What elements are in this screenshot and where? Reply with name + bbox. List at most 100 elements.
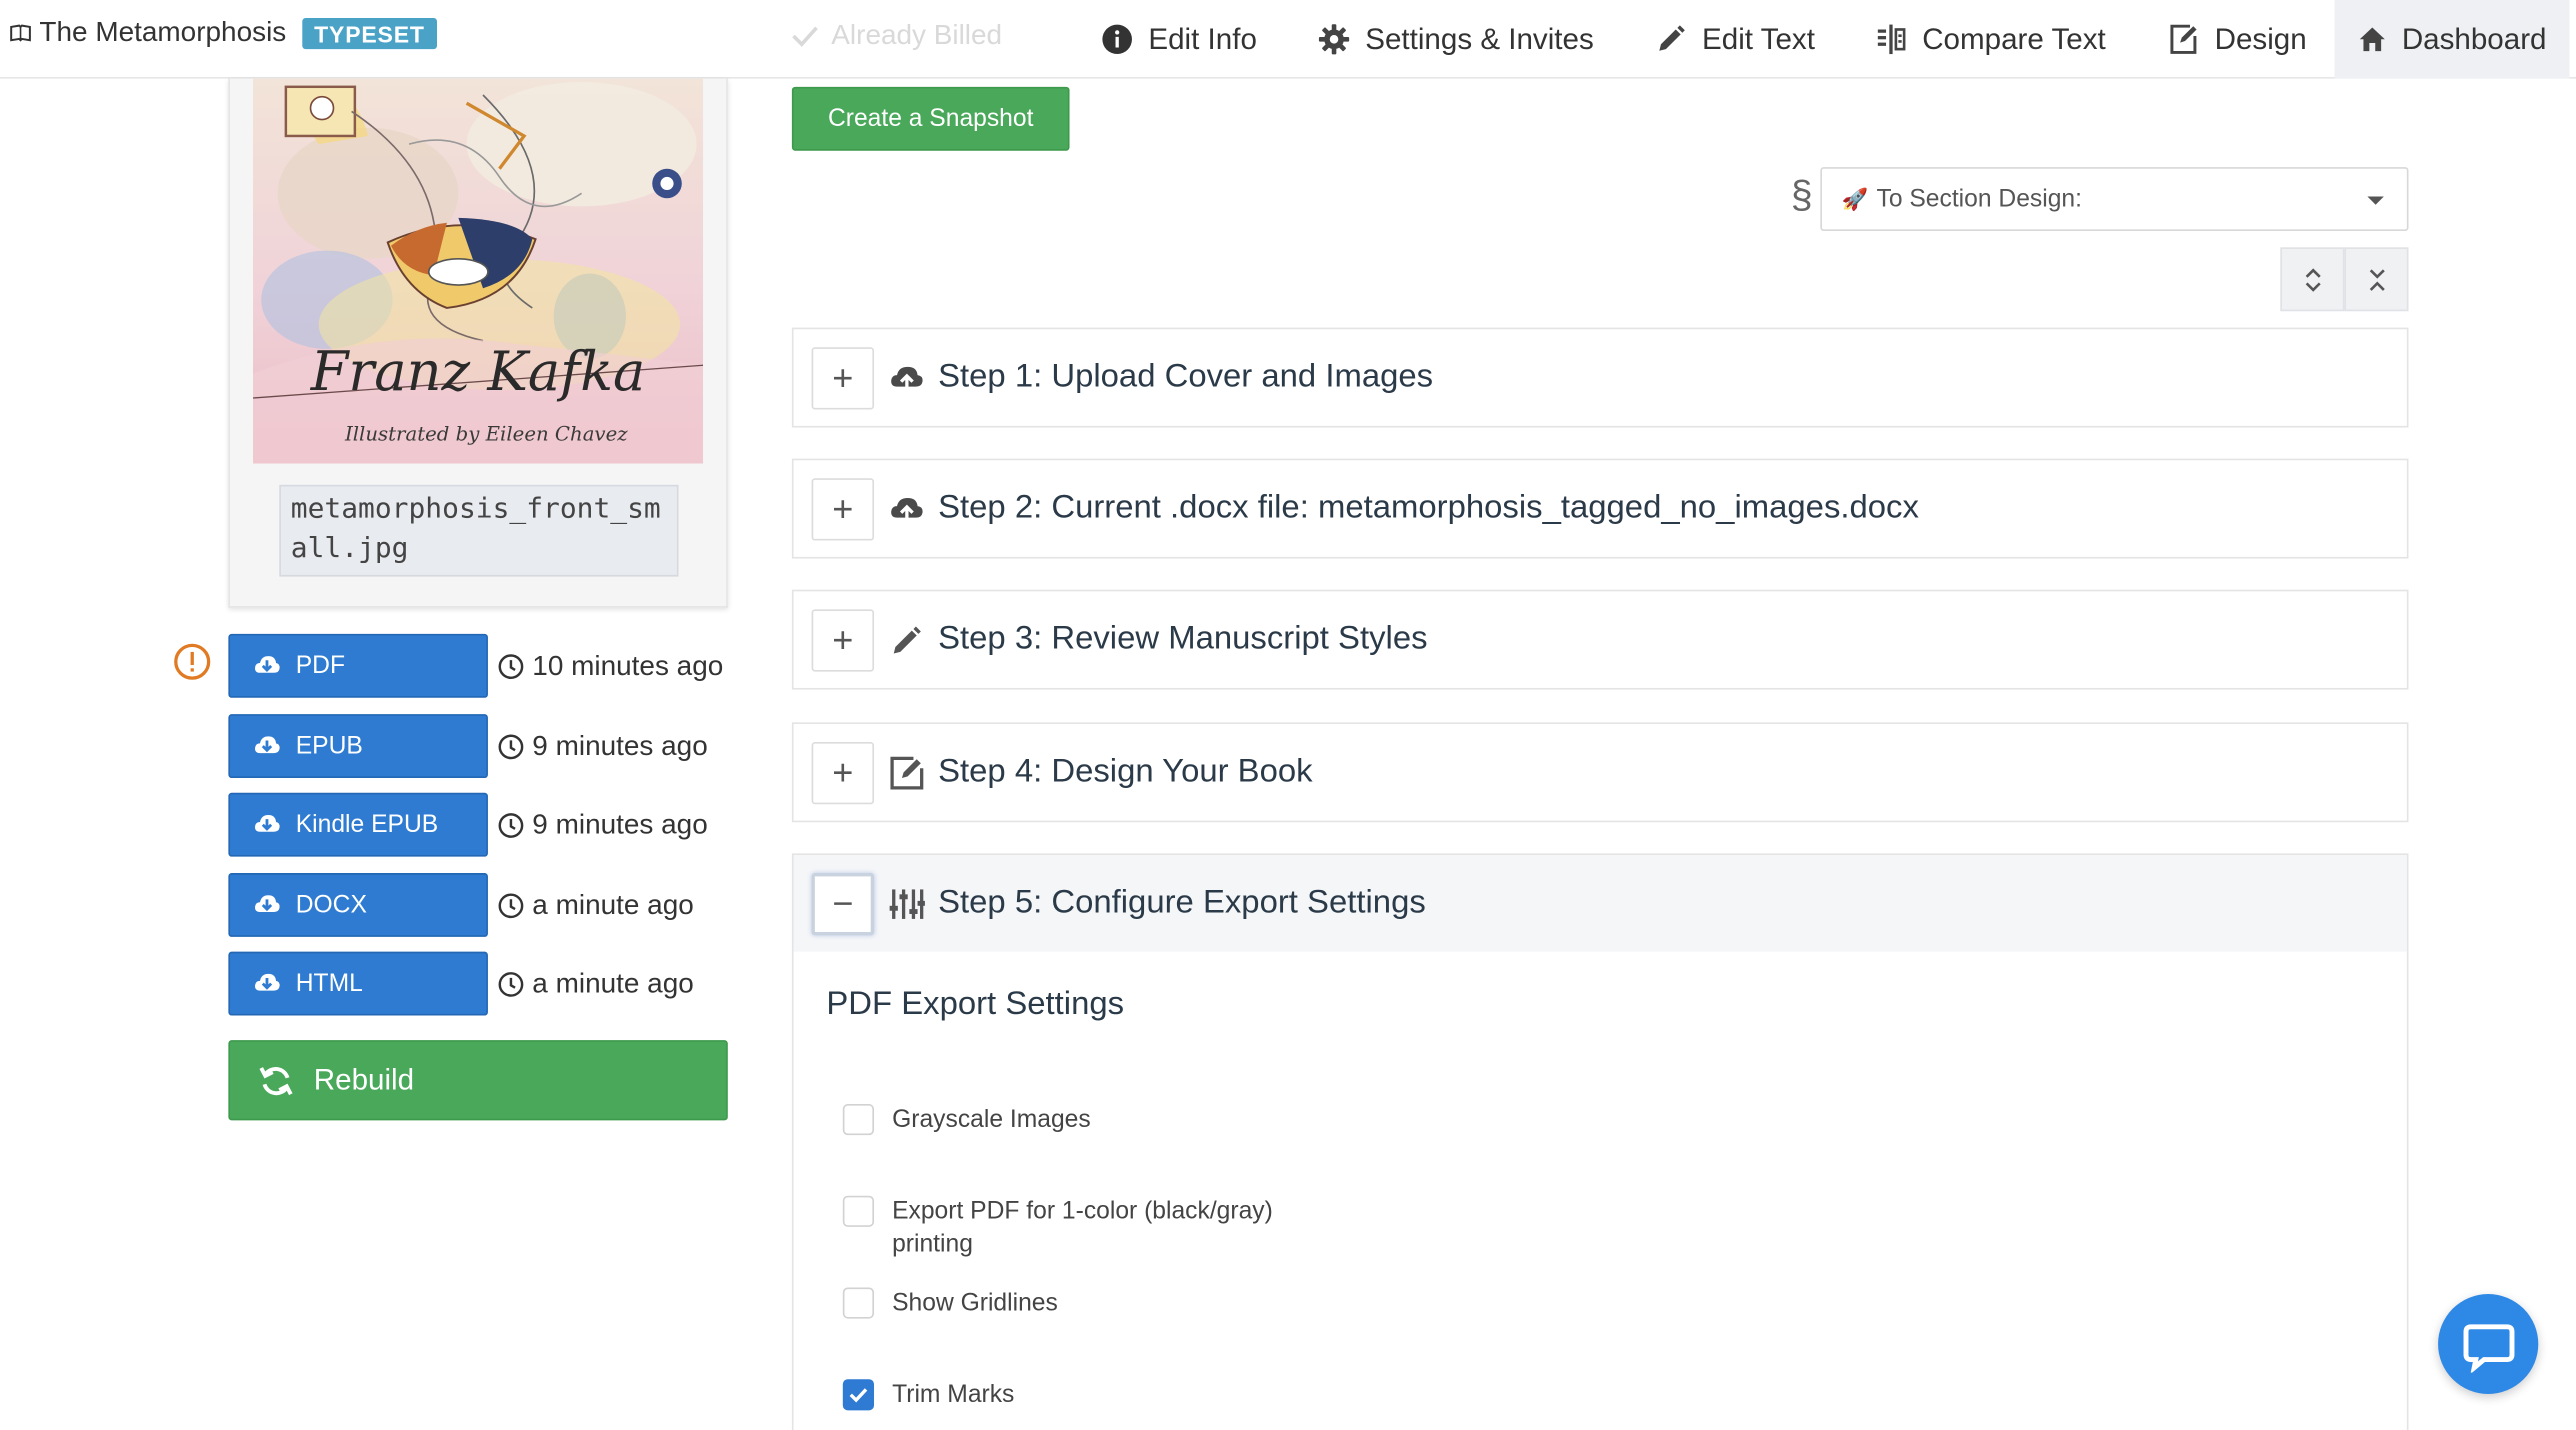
nav-design[interactable]: Design	[2144, 0, 2330, 79]
step-5-panel: − Step 5: Configure Export Settings PDF …	[791, 853, 2409, 1430]
clock-icon	[498, 892, 524, 918]
export-kindle-epub-label: Kindle EPUB	[295, 810, 439, 839]
export-docx-button[interactable]: DOCX	[228, 873, 488, 937]
export-html-time-label: a minute ago	[532, 967, 694, 999]
download-cloud-icon	[255, 814, 280, 832]
option-trim-marks[interactable]: Trim Marks	[842, 1379, 1303, 1412]
export-row-html: HTML a minute ago	[228, 951, 694, 1016]
download-cloud-icon	[255, 973, 280, 991]
show-gridlines-checkbox[interactable]	[842, 1287, 875, 1319]
expand-all-button[interactable]	[2280, 247, 2345, 312]
grayscale-images-label[interactable]: Grayscale Images	[892, 1104, 1303, 1137]
cover-author: Franz Kafka	[310, 340, 646, 403]
step-3-toggle[interactable]: +	[811, 609, 875, 672]
rebuild-button[interactable]: Rebuild	[228, 1040, 728, 1121]
clock-icon	[498, 971, 524, 996]
trim-marks-label[interactable]: Trim Marks	[892, 1379, 1303, 1412]
option-show-gridlines[interactable]: Show Gridlines	[842, 1287, 1303, 1320]
export-row-kindle-epub: Kindle EPUB 9 minutes ago	[228, 792, 708, 857]
already-billed: Already Billed	[792, 20, 1002, 53]
show-gridlines-label[interactable]: Show Gridlines	[892, 1287, 1303, 1320]
export-row-epub: EPUB 9 minutes ago	[228, 714, 708, 779]
step-3-panel: + Step 3: Review Manuscript Styles	[791, 589, 2409, 690]
checkmark-icon	[849, 1388, 868, 1403]
one-color-printing-checkbox[interactable]	[842, 1195, 875, 1227]
export-kindle-epub-time-label: 9 minutes ago	[532, 808, 708, 840]
cover-card: Franz Kafka Illustrated by Eileen Chavez…	[228, 78, 728, 608]
option-grayscale-images[interactable]: Grayscale Images	[842, 1104, 1303, 1137]
nav-compare-text-label: Compare Text	[1922, 22, 2106, 55]
check-icon	[792, 26, 818, 47]
sliders-icon	[889, 889, 925, 919]
nav-edit-info[interactable]: Edit Info	[1078, 0, 1280, 79]
compare-icon	[1877, 24, 1906, 55]
trim-marks-checkbox[interactable]	[842, 1379, 875, 1411]
step-1-title[interactable]: Step 1: Upload Cover and Images	[938, 359, 1433, 397]
step-3-title[interactable]: Step 3: Review Manuscript Styles	[938, 621, 1427, 659]
cover-illustrator: Illustrated by Eileen Chavez	[344, 423, 628, 446]
rocket-icon: 🚀	[1841, 185, 1869, 211]
create-snapshot-button[interactable]: Create a Snapshot	[791, 86, 1070, 151]
export-html-time: a minute ago	[498, 967, 694, 1000]
step-2-title[interactable]: Step 2: Current .docx file: metamorphosi…	[938, 490, 1919, 528]
clock-icon	[498, 812, 524, 838]
section-design-select[interactable]: 🚀 To Section Design:	[1820, 167, 2409, 231]
refresh-icon	[259, 1066, 293, 1095]
export-html-button[interactable]: HTML	[228, 951, 488, 1016]
info-icon	[1102, 24, 1132, 55]
chat-bubble-icon	[2462, 1323, 2514, 1372]
gear-icon	[1318, 24, 1350, 55]
chat-button[interactable]	[2438, 1294, 2539, 1394]
nav-compare-text[interactable]: Compare Text	[1852, 0, 2129, 79]
nav-edit-text[interactable]: Edit Text	[1631, 0, 1838, 79]
export-docx-time-label: a minute ago	[532, 888, 694, 920]
clock-icon	[498, 653, 524, 679]
export-row-pdf: PDF 10 minutes ago	[228, 633, 724, 698]
home-icon	[2359, 27, 2385, 52]
top-nav: The Metamorphosis TYPESET Already Billed…	[0, 0, 2576, 79]
export-epub-label: EPUB	[295, 732, 363, 761]
export-kindle-epub-time: 9 minutes ago	[498, 808, 708, 841]
step-4-title[interactable]: Step 4: Design Your Book	[938, 753, 1313, 791]
cover-filename: metamorphosis_front_small.jpg	[279, 484, 679, 577]
warning-icon[interactable]	[173, 642, 212, 681]
step-1-toggle[interactable]: +	[811, 347, 875, 410]
cover-image[interactable]: Franz Kafka Illustrated by Eileen Chavez	[253, 78, 704, 464]
export-epub-time: 9 minutes ago	[498, 730, 708, 763]
nav-settings-invites-label: Settings & Invites	[1365, 22, 1594, 55]
export-epub-button[interactable]: EPUB	[228, 714, 488, 779]
collapse-all-button[interactable]	[2344, 247, 2409, 312]
one-color-printing-label[interactable]: Export PDF for 1-color (black/gray) prin…	[892, 1196, 1303, 1262]
step-2-toggle[interactable]: +	[811, 478, 875, 541]
typeset-badge: TYPESET	[302, 17, 437, 49]
pencil-icon	[893, 626, 921, 654]
grayscale-images-checkbox[interactable]	[842, 1104, 875, 1136]
export-epub-time-label: 9 minutes ago	[532, 729, 708, 761]
upload-cloud-icon	[891, 366, 923, 392]
book-title[interactable]: The Metamorphosis	[39, 16, 286, 49]
option-one-color-printing[interactable]: Export PDF for 1-color (black/gray) prin…	[842, 1195, 1303, 1262]
step-1-panel: + Step 1: Upload Cover and Images	[791, 327, 2409, 428]
nav-design-label: Design	[2214, 22, 2307, 55]
pencil-icon	[1659, 25, 1685, 51]
nav-edit-info-label: Edit Info	[1148, 22, 1257, 55]
brand[interactable]: The Metamorphosis TYPESET	[10, 16, 437, 49]
nav-settings-invites[interactable]: Settings & Invites	[1295, 0, 1617, 79]
export-pdf-time-label: 10 minutes ago	[532, 649, 724, 681]
upload-cloud-icon	[891, 497, 923, 523]
export-kindle-epub-button[interactable]: Kindle EPUB	[228, 792, 488, 857]
edit-square-icon	[890, 756, 924, 790]
cover-illustration: Franz Kafka Illustrated by Eileen Chavez	[253, 78, 704, 464]
export-docx-time: a minute ago	[498, 889, 694, 922]
collapse-icon	[2368, 268, 2384, 291]
nav-dashboard[interactable]: Dashboard	[2334, 0, 2570, 79]
step-5-title[interactable]: Step 5: Configure Export Settings	[938, 885, 1426, 923]
rebuild-label: Rebuild	[313, 1063, 415, 1096]
download-cloud-icon	[255, 656, 280, 673]
download-cloud-icon	[255, 736, 280, 754]
export-pdf-label: PDF	[295, 651, 346, 680]
clock-icon	[498, 733, 524, 759]
step-4-toggle[interactable]: +	[811, 742, 875, 805]
export-pdf-button[interactable]: PDF	[228, 633, 488, 698]
step-5-toggle[interactable]: −	[811, 873, 875, 936]
